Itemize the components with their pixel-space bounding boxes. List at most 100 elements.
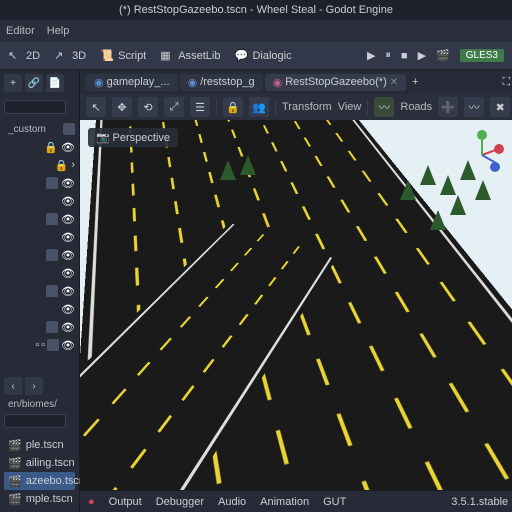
viewport: ◉gameplay_... ◉/reststop_g ◉RestStopGaze… (80, 70, 512, 512)
visibility-icon[interactable]: 👁 (61, 195, 75, 208)
node-icon (46, 285, 58, 297)
camera-icon: 📷 (96, 132, 110, 144)
list-tool-icon[interactable]: ☰ (190, 97, 210, 117)
scale-tool-icon[interactable]: ⤢ (164, 97, 184, 117)
cursor-3d-icon: ↗ (54, 49, 68, 63)
visibility-icon[interactable]: 👁 (61, 141, 75, 154)
viewport-toolbar: ↖ ✥ ⟲ ⤢ ☰ 🔒 👥 Transform View 〰 Roads ➕ 〰… (80, 94, 512, 120)
perspective-label[interactable]: 📷 Perspective (88, 128, 178, 147)
close-icon[interactable]: ✕ (390, 77, 398, 88)
scene-icon: 🎬 (8, 439, 22, 452)
menubar: Editor Help (0, 20, 512, 42)
play-icon[interactable]: ▶ (367, 49, 375, 62)
transform-menu[interactable]: Transform (282, 101, 332, 113)
roads-label: Roads (400, 101, 432, 113)
group-tool-icon[interactable]: 👥 (249, 97, 269, 117)
tab-output[interactable]: Output (109, 496, 142, 508)
script-attach-icon[interactable]: 📄 (46, 74, 64, 92)
add-scene-icon[interactable]: + (412, 76, 418, 88)
version-label: 3.5.1.stable (451, 496, 508, 508)
file-item[interactable]: 🎬mple.tscn (4, 490, 75, 508)
add-icon[interactable]: ▫ (35, 339, 39, 351)
renderer-badge[interactable]: GLES3 (460, 49, 504, 62)
visibility-icon[interactable]: 👁 (61, 231, 75, 244)
menu-help[interactable]: Help (47, 25, 70, 37)
file-item[interactable]: 🎬ailing.tscn (4, 454, 75, 472)
chevron-icon[interactable]: › (71, 159, 75, 171)
distraction-free-icon[interactable]: ⛶ (502, 76, 510, 89)
roads-tool-icon[interactable]: ➕ (438, 97, 458, 117)
scene-tab[interactable]: ◉gameplay_... (86, 74, 178, 91)
node-icon (47, 339, 59, 351)
visibility-icon[interactable]: 👁 (61, 177, 75, 190)
scene-tab[interactable]: ◉/reststop_g (180, 74, 263, 91)
folder-label[interactable]: en/biomes/ (8, 399, 57, 410)
node-icon (46, 213, 58, 225)
add-node-icon[interactable]: + (4, 74, 22, 92)
scene-icon: ◉ (188, 76, 198, 89)
tab-2d[interactable]: ↖2D (8, 49, 40, 63)
play-custom-icon[interactable]: 🎬 (436, 49, 450, 62)
roads-tool-icon[interactable]: 〰 (464, 97, 484, 117)
titlebar: (*) RestStopGazeebo.tscn - Wheel Steal -… (0, 0, 512, 20)
scene-icon: 🎬 (8, 457, 22, 470)
move-tool-icon[interactable]: ✥ (112, 97, 132, 117)
bottom-panel: ● Output Debugger Audio Animation GUT 3.… (80, 490, 512, 512)
play-scene-icon[interactable]: ▶ (418, 49, 426, 62)
file-list: 🎬ple.tscn 🎬ailing.tscn 🎬azeebo.tscn 🎬mpl… (0, 432, 79, 512)
workspace-tabs: ↖2D ↗3D 📜Script ▦AssetLib 💬Dialogic ▶ ⏸ … (0, 42, 512, 70)
fs-back-icon[interactable]: ‹ (4, 377, 22, 395)
roads-tool-icon[interactable]: ✖ (490, 97, 510, 117)
roads-plugin-icon[interactable]: 〰 (374, 97, 394, 117)
assetlib-icon: ▦ (160, 49, 174, 63)
scene-tree[interactable]: _custom 🔒👁 🔒› 👁 👁 👁 👁 👁 👁 👁 👁 👁 ▫▫👁 (0, 118, 79, 356)
node-icon (46, 321, 58, 333)
scene-icon: ◉ (273, 76, 283, 89)
visibility-icon[interactable]: 👁 (61, 285, 75, 298)
rotate-tool-icon[interactable]: ⟲ (138, 97, 158, 117)
file-item[interactable]: 🎬ple.tscn (4, 436, 75, 454)
view-menu[interactable]: View (338, 101, 362, 113)
visibility-icon[interactable]: 👁 (61, 249, 75, 262)
dialogic-icon: 💬 (234, 49, 248, 63)
visibility-icon[interactable]: 👁 (61, 213, 75, 226)
visibility-icon[interactable]: 👁 (61, 267, 75, 280)
node-icon (63, 123, 75, 135)
lock-icon[interactable]: 🔒 (55, 159, 69, 172)
stop-icon[interactable]: ■ (401, 50, 408, 62)
pause-icon[interactable]: ⏸ (385, 49, 391, 62)
scene-filter-input[interactable] (4, 100, 66, 114)
scene-icon: ◉ (94, 76, 104, 89)
link-icon[interactable]: 🔗 (25, 74, 43, 92)
visibility-icon[interactable]: 👁 (61, 303, 75, 316)
3d-viewport[interactable]: 📷 Perspective (80, 120, 512, 490)
cursor-2d-icon: ↖ (8, 49, 22, 63)
lock-tool-icon[interactable]: 🔒 (223, 97, 243, 117)
tab-dialogic[interactable]: 💬Dialogic (234, 49, 291, 63)
scene-tabs: ◉gameplay_... ◉/reststop_g ◉RestStopGaze… (80, 70, 512, 94)
instance-icon[interactable]: ▫ (41, 339, 45, 351)
tab-assetlib[interactable]: ▦AssetLib (160, 49, 220, 63)
menu-editor[interactable]: Editor (6, 25, 35, 37)
output-indicator-icon: ● (88, 496, 95, 508)
tab-debugger[interactable]: Debugger (156, 496, 204, 508)
scene-icon: 🎬 (8, 475, 22, 488)
file-item[interactable]: 🎬azeebo.tscn (4, 472, 75, 490)
lock-icon[interactable]: 🔒 (44, 141, 58, 154)
fs-filter-input[interactable] (4, 414, 66, 428)
node-icon (46, 177, 58, 189)
select-tool-icon[interactable]: ↖ (86, 97, 106, 117)
tab-3d[interactable]: ↗3D (54, 49, 86, 63)
visibility-icon[interactable]: 👁 (61, 321, 75, 334)
node-icon (46, 249, 58, 261)
tab-animation[interactable]: Animation (260, 496, 309, 508)
tab-script[interactable]: 📜Script (100, 49, 146, 63)
scene-icon: 🎬 (8, 493, 22, 506)
tab-audio[interactable]: Audio (218, 496, 246, 508)
orientation-gizmo[interactable] (458, 130, 506, 178)
fs-fwd-icon[interactable]: › (25, 377, 43, 395)
scene-tab[interactable]: ◉RestStopGazeebo(*)✕ (265, 74, 407, 91)
visibility-icon[interactable]: 👁 (61, 339, 75, 352)
window-title: (*) RestStopGazeebo.tscn - Wheel Steal -… (119, 4, 393, 16)
tab-gut[interactable]: GUT (323, 496, 346, 508)
